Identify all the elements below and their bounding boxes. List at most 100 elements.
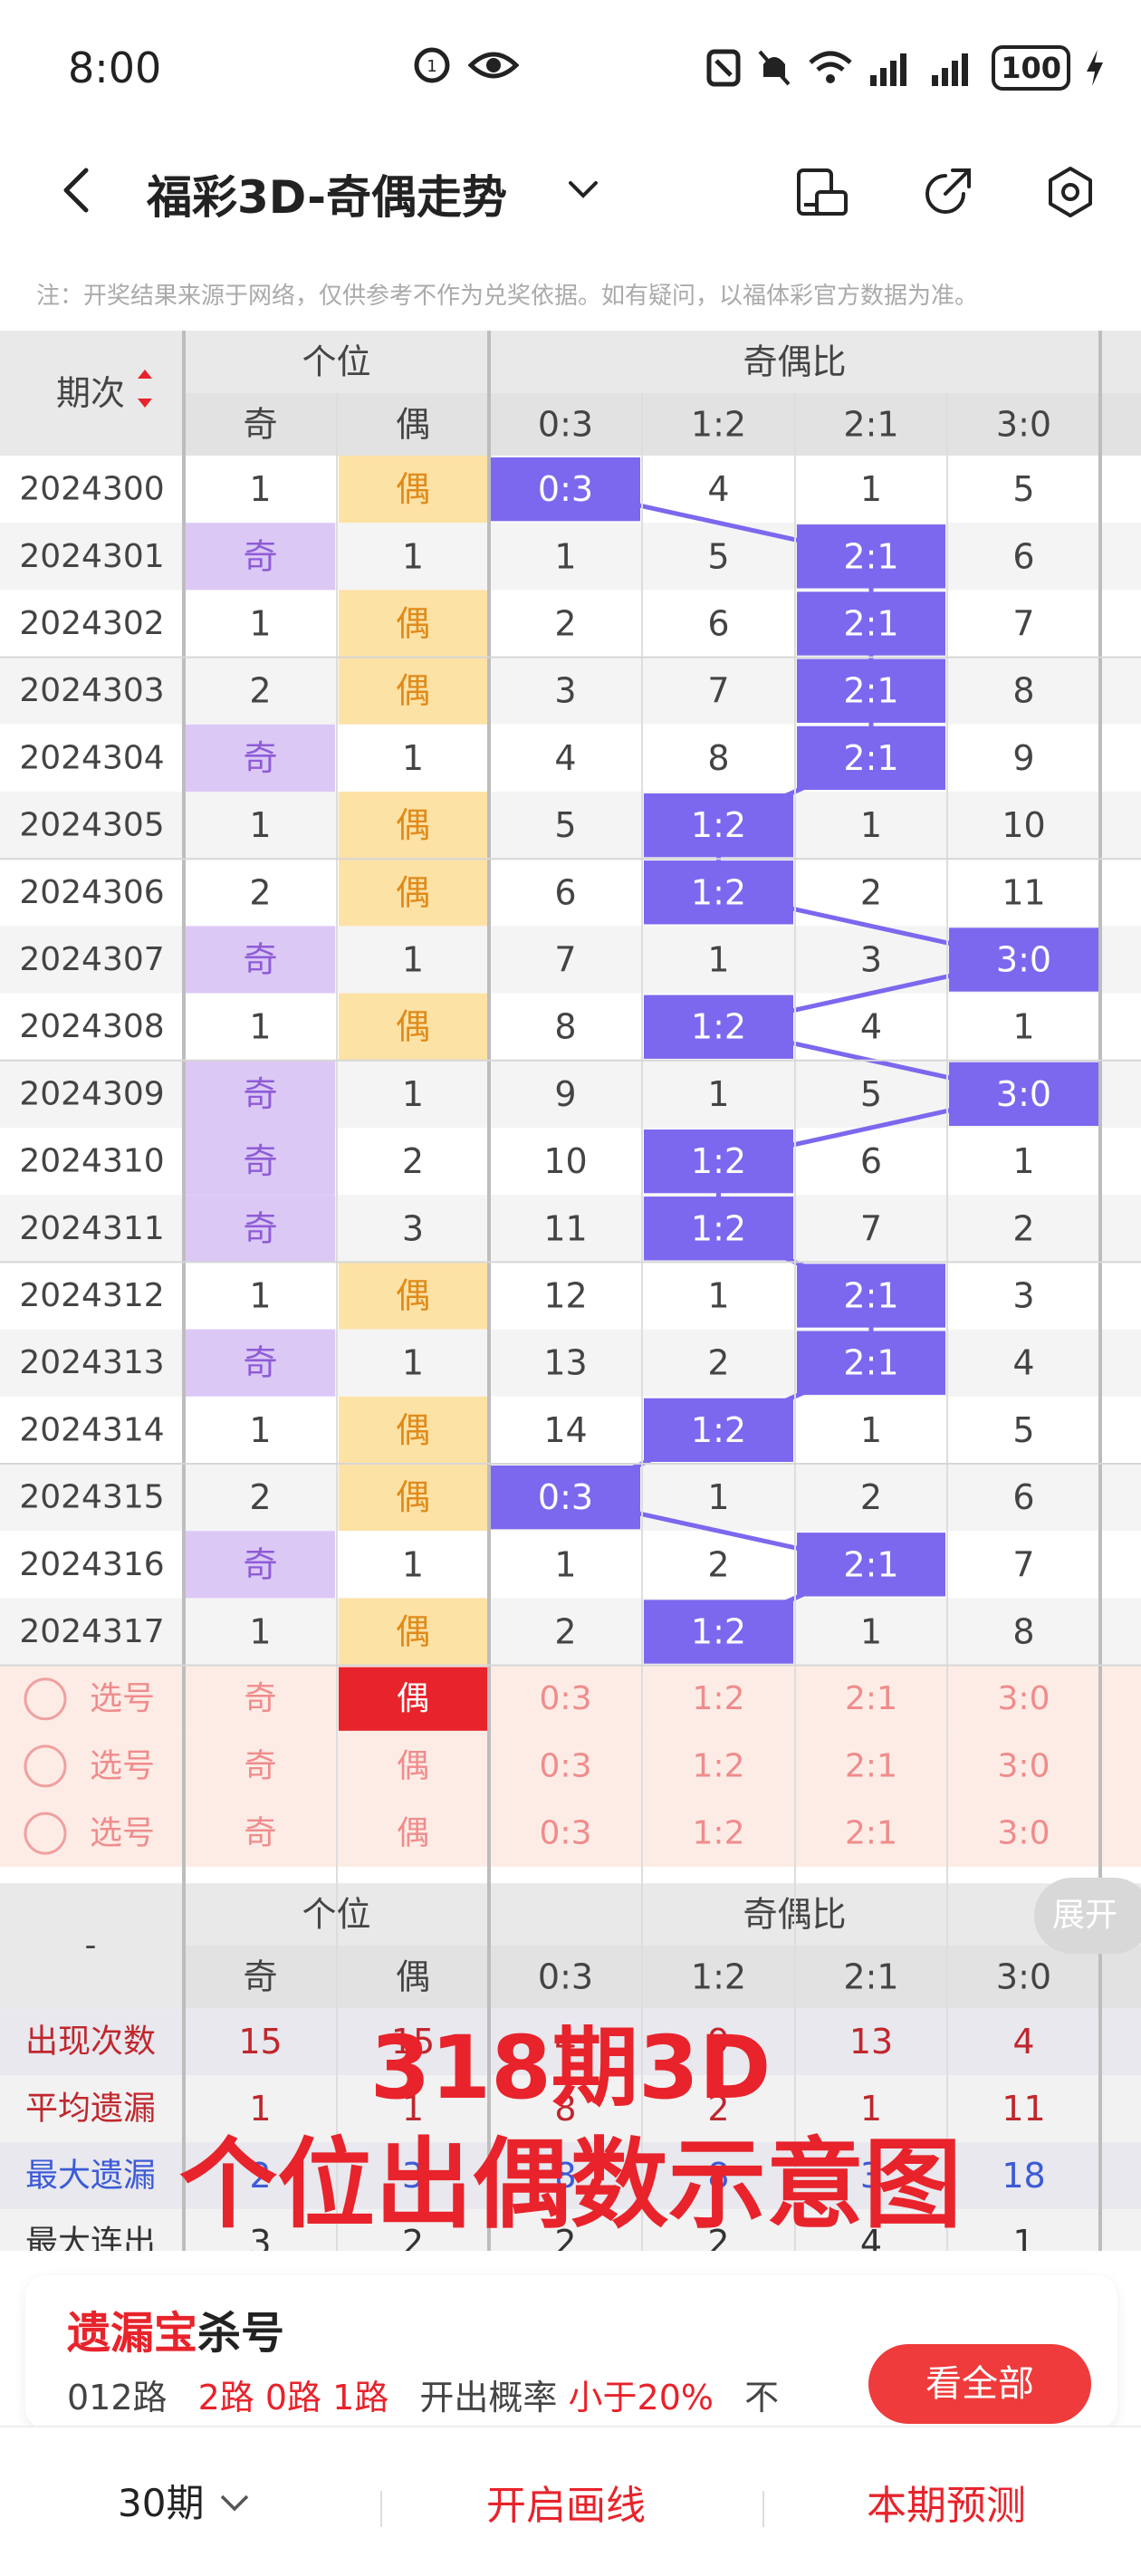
even-cell: 1 xyxy=(402,738,424,778)
stats-label: 最大连出 xyxy=(25,2225,156,2251)
spacer xyxy=(0,1867,1141,1884)
ratio-miss-cell: 4 xyxy=(707,469,729,509)
even-cell: 1 xyxy=(402,1074,424,1114)
wifi-icon xyxy=(809,51,852,83)
stats-value: 1 xyxy=(402,2089,424,2129)
select-odd: 奇 xyxy=(244,1815,276,1852)
ratio-miss-cell: 3 xyxy=(554,671,576,711)
ratio-miss-cell: 2 xyxy=(707,1544,729,1584)
ratio-hit-text: 2:1 xyxy=(843,1544,898,1584)
odd-cell: 1 xyxy=(249,469,271,509)
select-label: 选号 xyxy=(90,1680,155,1717)
stats-subheader-2: 0:3 xyxy=(538,1957,593,1997)
landscape-mode-icon[interactable] xyxy=(793,163,851,221)
select-even: 偶 xyxy=(397,1747,429,1784)
prob-label: 开出概率 xyxy=(419,2378,558,2417)
odd-cell: 奇 xyxy=(243,1141,277,1181)
view-all-button[interactable]: 看全部 xyxy=(868,2344,1091,2424)
select-ratio: 3:0 xyxy=(998,1747,1050,1784)
settings-icon[interactable] xyxy=(1041,163,1099,221)
stats-dash: - xyxy=(85,1927,97,1965)
ratio-miss-cell: 7 xyxy=(707,671,729,711)
ratio-hit-text: 2:1 xyxy=(843,1276,898,1316)
ratio-miss-cell: 2 xyxy=(860,1477,882,1517)
ratio-miss-cell: 1 xyxy=(860,469,882,509)
share-icon[interactable] xyxy=(918,163,976,221)
chevron-down-icon[interactable] xyxy=(563,172,603,208)
ratio-miss-cell: 12 xyxy=(543,1276,587,1316)
ratio-miss-cell: 11 xyxy=(1002,872,1045,912)
stats-label: 出现次数 xyxy=(25,2023,156,2061)
predict-button[interactable]: 本期预测 xyxy=(867,2473,1026,2531)
stats-value: 11 xyxy=(1002,2089,1045,2129)
ratio-miss-cell: 2 xyxy=(860,872,882,912)
stats-value: 2 xyxy=(554,2223,576,2251)
odd-cell: 奇 xyxy=(243,1208,277,1248)
odd-cell: 1 xyxy=(249,604,271,644)
period-cell: 2024310 xyxy=(19,1143,164,1180)
ratio-miss-cell: 2 xyxy=(1012,1208,1034,1248)
stats-value: 4 xyxy=(860,2223,882,2251)
period-cell: 2024302 xyxy=(19,605,164,642)
prob-value: 小于20% xyxy=(568,2378,714,2417)
draw-lines-button[interactable]: 开启画线 xyxy=(486,2473,646,2531)
odd-cell: 奇 xyxy=(243,536,277,576)
even-cell: 1 xyxy=(402,940,424,980)
back-arrow-icon[interactable] xyxy=(50,163,104,217)
expand-button[interactable]: 展开 xyxy=(1034,1878,1141,1954)
even-cell: 偶 xyxy=(396,604,430,644)
period-cell: 2024305 xyxy=(19,807,164,844)
ratio-miss-cell: 6 xyxy=(860,1141,882,1181)
period-cell: 2024301 xyxy=(19,538,164,575)
even-cell: 偶 xyxy=(396,872,430,912)
ratio-hit-text: 1:2 xyxy=(691,1208,746,1248)
even-cell: 偶 xyxy=(396,1007,430,1047)
select-ratio: 2:1 xyxy=(845,1680,897,1717)
even-cell: 1 xyxy=(402,1544,424,1584)
odd-cell: 奇 xyxy=(243,1074,277,1114)
ratio-miss-cell: 7 xyxy=(1012,604,1034,644)
select-odd: 奇 xyxy=(244,1747,276,1784)
ratio-hit-text: 0:3 xyxy=(538,469,593,509)
ratio-miss-cell: 2 xyxy=(554,1612,576,1652)
even-cell: 偶 xyxy=(396,1410,430,1450)
period-cell: 2024304 xyxy=(19,739,164,776)
divider xyxy=(380,2491,382,2527)
ratio-miss-cell: 5 xyxy=(707,536,729,576)
battery-indicator: 100 xyxy=(992,45,1070,91)
ratio-miss-cell: 8 xyxy=(1012,671,1034,711)
ratio-miss-cell: 4 xyxy=(860,1007,882,1047)
status-right-icons: 100 xyxy=(705,45,1105,91)
ratio-miss-cell: 8 xyxy=(554,1007,576,1047)
ratio-hit-text: 2:1 xyxy=(843,1343,898,1383)
odd-cell: 2 xyxy=(249,671,271,711)
ratio-miss-cell: 14 xyxy=(543,1410,587,1450)
odd-cell: 1 xyxy=(249,1276,271,1316)
odd-cell: 奇 xyxy=(243,1544,277,1584)
period-cell: 2024311 xyxy=(19,1210,164,1247)
disclaimer-notice: 注：开奖结果来源于网络，仅供参考不作为兑奖依据。如有疑问，以福体彩官方数据为准。 xyxy=(36,283,979,310)
ratio-miss-cell: 6 xyxy=(707,604,729,644)
select-ratio: 0:3 xyxy=(540,1680,592,1717)
app-header: 福彩3D-奇偶走势 xyxy=(0,136,1141,246)
stats-value: 2 xyxy=(707,2223,729,2251)
stats-value: 3 xyxy=(249,2223,271,2251)
even-cell: 2 xyxy=(402,1141,424,1181)
ratio-hit-text: 3:0 xyxy=(996,940,1051,980)
odd-cell: 奇 xyxy=(243,940,277,980)
subheader-3: 1:2 xyxy=(691,405,746,445)
ratio-miss-cell: 1 xyxy=(707,940,729,980)
period-selector[interactable]: 30期 xyxy=(118,2473,253,2528)
ratio-miss-cell: 10 xyxy=(1002,805,1045,845)
odd-cell: 2 xyxy=(249,872,271,912)
stats-value: 15 xyxy=(238,2022,282,2062)
period-cell: 2024314 xyxy=(19,1411,164,1448)
ratio-miss-cell: 4 xyxy=(554,738,576,778)
mute-icon xyxy=(758,50,791,86)
stats-value: 13 xyxy=(849,2022,893,2062)
stats-subheader-5: 3:0 xyxy=(996,1957,1051,1997)
ratio-miss-cell: 6 xyxy=(1012,1477,1034,1517)
stats-value: 8 xyxy=(554,2089,576,2129)
period-cell: 2024312 xyxy=(19,1277,164,1314)
even-cell: 偶 xyxy=(396,1276,430,1316)
